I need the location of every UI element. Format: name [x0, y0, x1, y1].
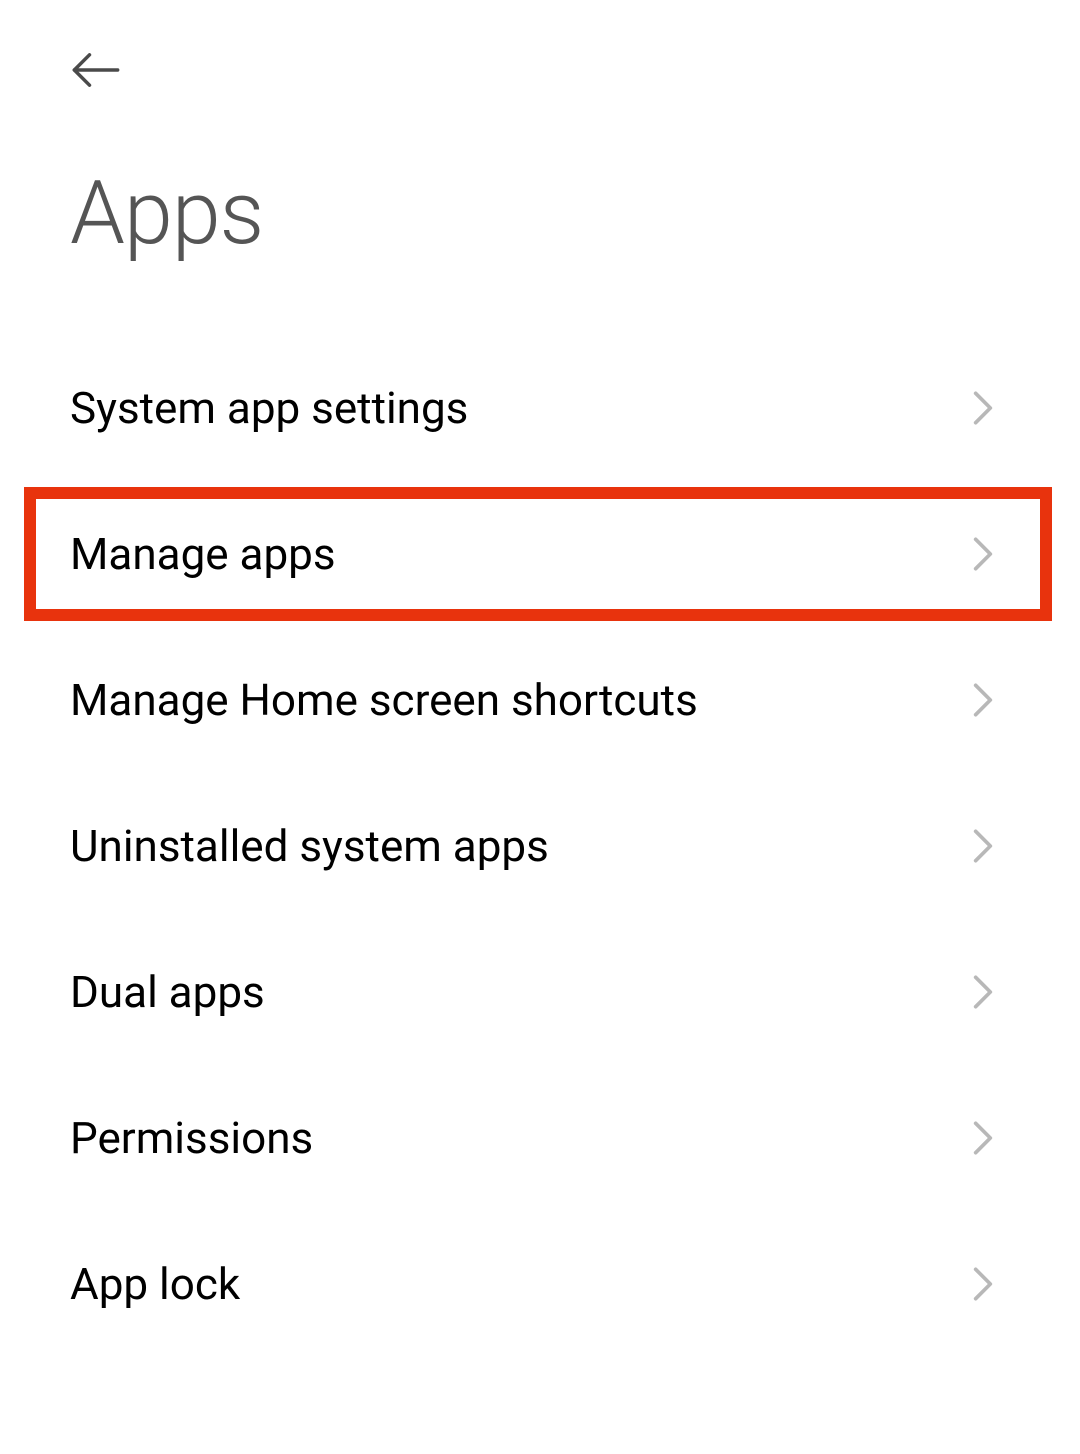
list-item-label: App lock	[70, 1258, 240, 1310]
list-item-app-lock[interactable]: App lock	[0, 1211, 1080, 1357]
chevron-right-icon	[972, 1265, 994, 1303]
chevron-right-icon	[972, 1119, 994, 1157]
list-item-dual-apps[interactable]: Dual apps	[0, 919, 1080, 1065]
back-button[interactable]	[70, 40, 130, 100]
list-item-label: Permissions	[70, 1112, 313, 1164]
header: Apps	[0, 0, 1080, 265]
page-title: Apps	[70, 162, 1010, 265]
chevron-right-icon	[972, 535, 994, 573]
chevron-right-icon	[972, 973, 994, 1011]
chevron-right-icon	[972, 681, 994, 719]
list-item-label: Manage apps	[70, 528, 336, 580]
list-item-uninstalled-system-apps[interactable]: Uninstalled system apps	[0, 773, 1080, 919]
arrow-left-icon	[70, 44, 122, 96]
list-item-label: Dual apps	[70, 966, 265, 1018]
list-item-permissions[interactable]: Permissions	[0, 1065, 1080, 1211]
list-item-manage-home-screen-shortcuts[interactable]: Manage Home screen shortcuts	[0, 627, 1080, 773]
list-item-label: System app settings	[70, 382, 468, 434]
settings-list: System app settings Manage apps Manage H…	[0, 335, 1080, 1357]
list-item-label: Uninstalled system apps	[70, 820, 549, 872]
list-item-system-app-settings[interactable]: System app settings	[0, 335, 1080, 481]
chevron-right-icon	[972, 827, 994, 865]
chevron-right-icon	[972, 389, 994, 427]
list-item-manage-apps[interactable]: Manage apps	[18, 481, 1058, 627]
list-item-label: Manage Home screen shortcuts	[70, 674, 698, 726]
